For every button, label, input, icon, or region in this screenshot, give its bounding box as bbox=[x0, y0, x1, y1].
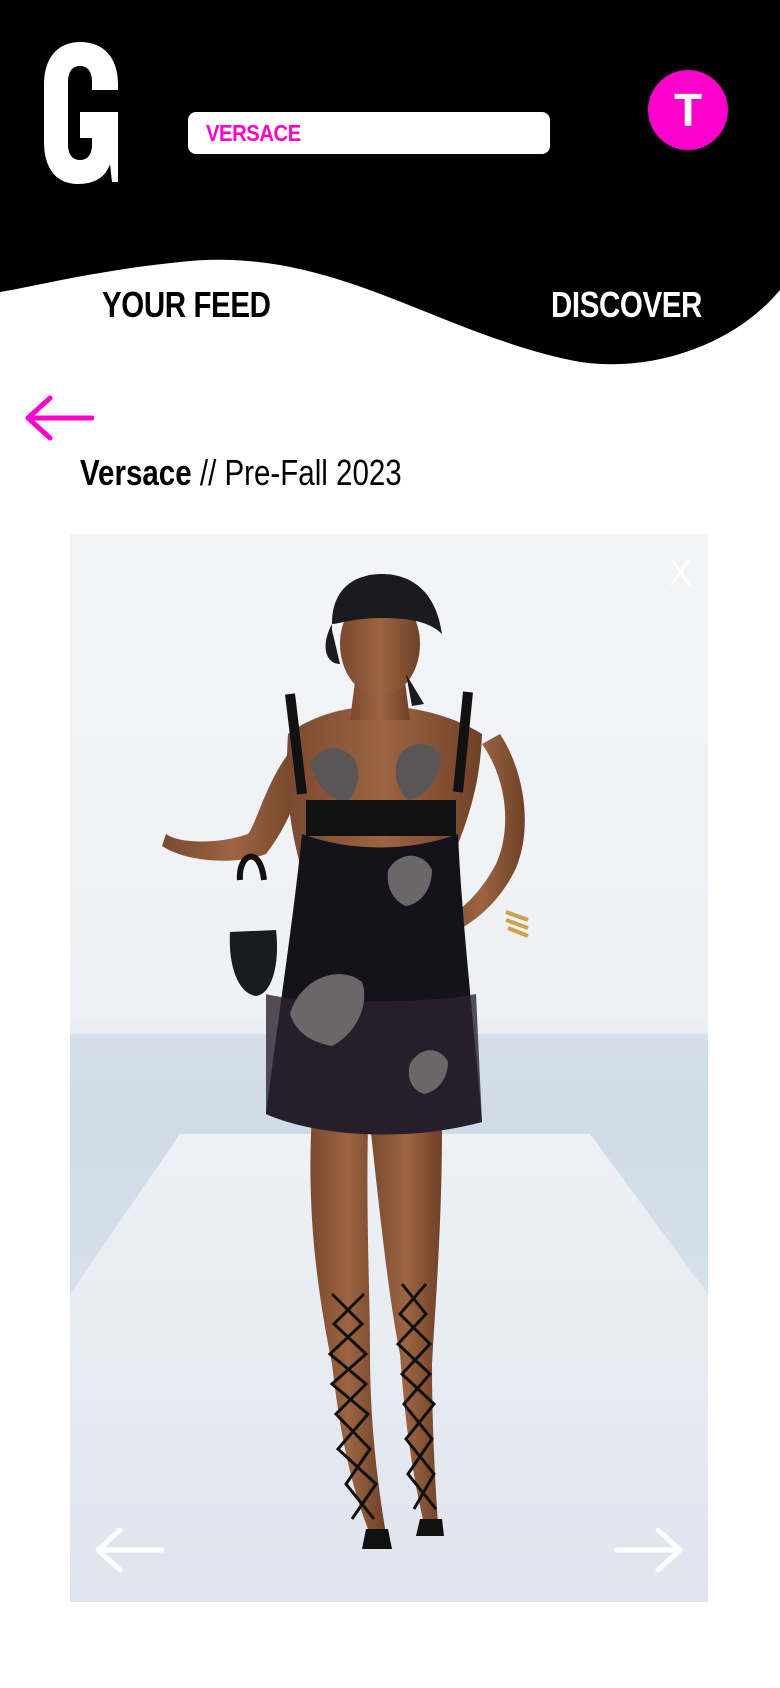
runway-photo-illustration bbox=[70, 534, 708, 1602]
search-value: VERSACE bbox=[206, 119, 301, 146]
arrow-right-icon[interactable] bbox=[614, 1526, 686, 1574]
brand-name: Versace bbox=[80, 452, 192, 493]
tab-discover[interactable]: DISCOVER bbox=[551, 284, 702, 326]
tab-your-feed[interactable]: YOUR FEED bbox=[102, 284, 271, 326]
arrow-left-icon[interactable] bbox=[22, 394, 94, 442]
title-separator: // bbox=[199, 452, 217, 493]
arrow-left-icon[interactable] bbox=[92, 1526, 164, 1574]
runway-photo: X bbox=[70, 534, 708, 1602]
close-icon[interactable]: X bbox=[669, 554, 692, 594]
page-title: Versace // Pre-Fall 2023 bbox=[80, 452, 402, 494]
app-logo[interactable] bbox=[40, 38, 120, 188]
user-avatar-button[interactable]: T bbox=[648, 70, 728, 150]
collection-name: Pre-Fall 2023 bbox=[224, 452, 402, 493]
search-input[interactable]: VERSACE bbox=[188, 112, 550, 154]
avatar-initial: T bbox=[673, 84, 703, 136]
